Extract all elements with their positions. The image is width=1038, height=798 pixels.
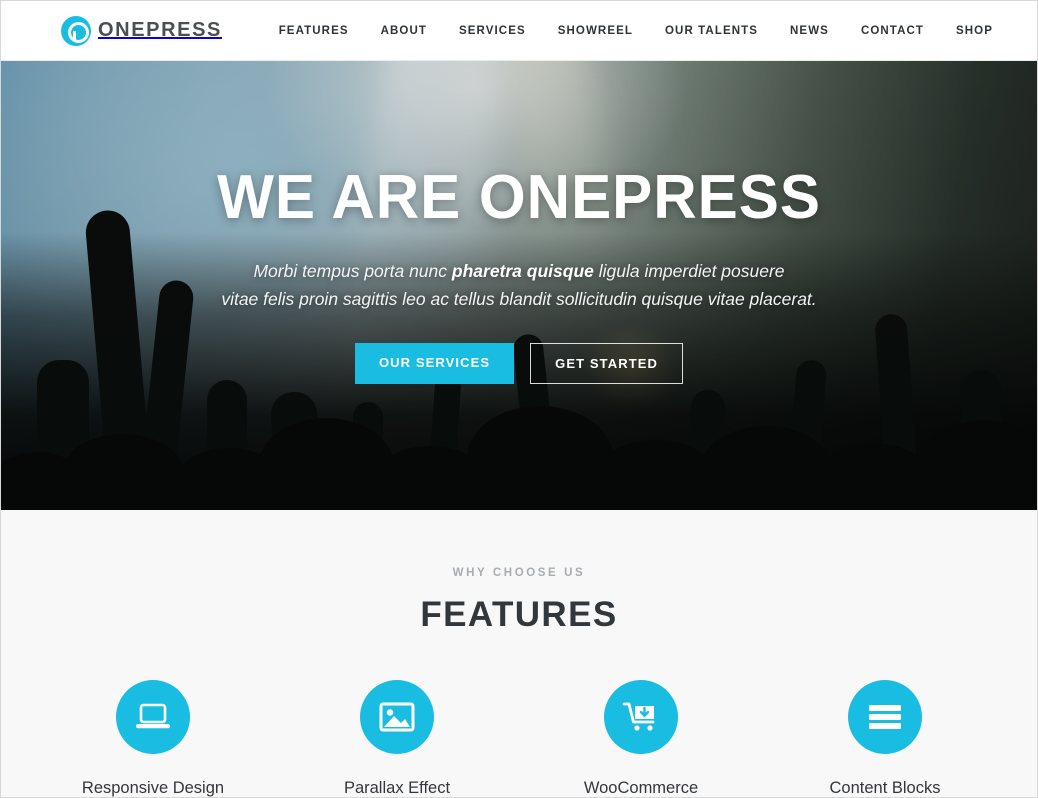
main-navigation: FEATURES ABOUT SERVICES SHOWREEL OUR TAL… bbox=[263, 25, 1009, 37]
nav-item-shop[interactable]: SHOP bbox=[940, 25, 1009, 37]
feature-label: Parallax Effect bbox=[343, 779, 451, 797]
hero-subtitle-emphasis: pharetra quisque bbox=[451, 261, 594, 281]
feature-item-woocommerce[interactable]: WooCommerce bbox=[519, 680, 763, 797]
features-title: FEATURES bbox=[420, 595, 618, 634]
feature-item-content-blocks[interactable]: Content Blocks bbox=[763, 680, 1007, 797]
features-section: WHY CHOOSE US FEATURES Responsive Design bbox=[1, 510, 1037, 797]
nav-item-showreel[interactable]: SHOWREEL bbox=[542, 25, 649, 37]
nav-item-our-talents[interactable]: OUR TALENTS bbox=[649, 25, 774, 37]
onepress-logo-icon bbox=[61, 15, 91, 46]
our-services-button[interactable]: OUR SERVICES bbox=[354, 342, 515, 384]
hero-subtitle-line1-before: Morbi tempus porta nunc bbox=[253, 261, 452, 281]
nav-item-features[interactable]: FEATURES bbox=[263, 25, 365, 37]
content-blocks-icon bbox=[848, 680, 922, 754]
nav-item-services[interactable]: SERVICES bbox=[443, 25, 542, 37]
feature-label: Content Blocks bbox=[829, 779, 941, 797]
nav-item-about[interactable]: ABOUT bbox=[365, 25, 443, 37]
get-started-button[interactable]: GET STARTED bbox=[530, 342, 684, 384]
brand-logo[interactable]: ONEPRESS bbox=[61, 15, 222, 46]
nav-item-news[interactable]: NEWS bbox=[774, 25, 845, 37]
site-header: ONEPRESS FEATURES ABOUT SERVICES SHOWREE… bbox=[1, 1, 1037, 61]
hero-title: WE ARE ONEPRESS bbox=[217, 163, 821, 232]
feature-item-responsive-design[interactable]: Responsive Design bbox=[31, 680, 275, 797]
hero-content: WE ARE ONEPRESS Morbi tempus porta nunc … bbox=[1, 61, 1037, 384]
hero-subtitle-line2: vitae felis proin sagittis leo ac tellus… bbox=[221, 289, 817, 310]
feature-item-parallax-effect[interactable]: Parallax Effect bbox=[275, 680, 519, 797]
features-eyebrow: WHY CHOOSE US bbox=[452, 567, 586, 579]
nav-item-contact[interactable]: CONTACT bbox=[845, 25, 940, 37]
shopping-cart-icon bbox=[604, 680, 678, 754]
features-grid: Responsive Design Parallax Effect WooCom… bbox=[1, 680, 1037, 797]
hero-cta-group: OUR SERVICES GET STARTED bbox=[1, 342, 1037, 384]
brand-name: ONEPRESS bbox=[98, 19, 222, 41]
feature-label: Responsive Design bbox=[81, 779, 225, 797]
laptop-icon bbox=[116, 680, 190, 754]
hero-section: WE ARE ONEPRESS Morbi tempus porta nunc … bbox=[1, 61, 1037, 510]
image-icon bbox=[360, 680, 434, 754]
feature-label: WooCommerce bbox=[583, 779, 699, 797]
hero-subtitle-line1-after: ligula imperdiet posuere bbox=[593, 261, 785, 281]
page-root: ONEPRESS FEATURES ABOUT SERVICES SHOWREE… bbox=[0, 0, 1038, 798]
hero-subtitle: Morbi tempus porta nunc pharetra quisque… bbox=[1, 257, 1037, 314]
